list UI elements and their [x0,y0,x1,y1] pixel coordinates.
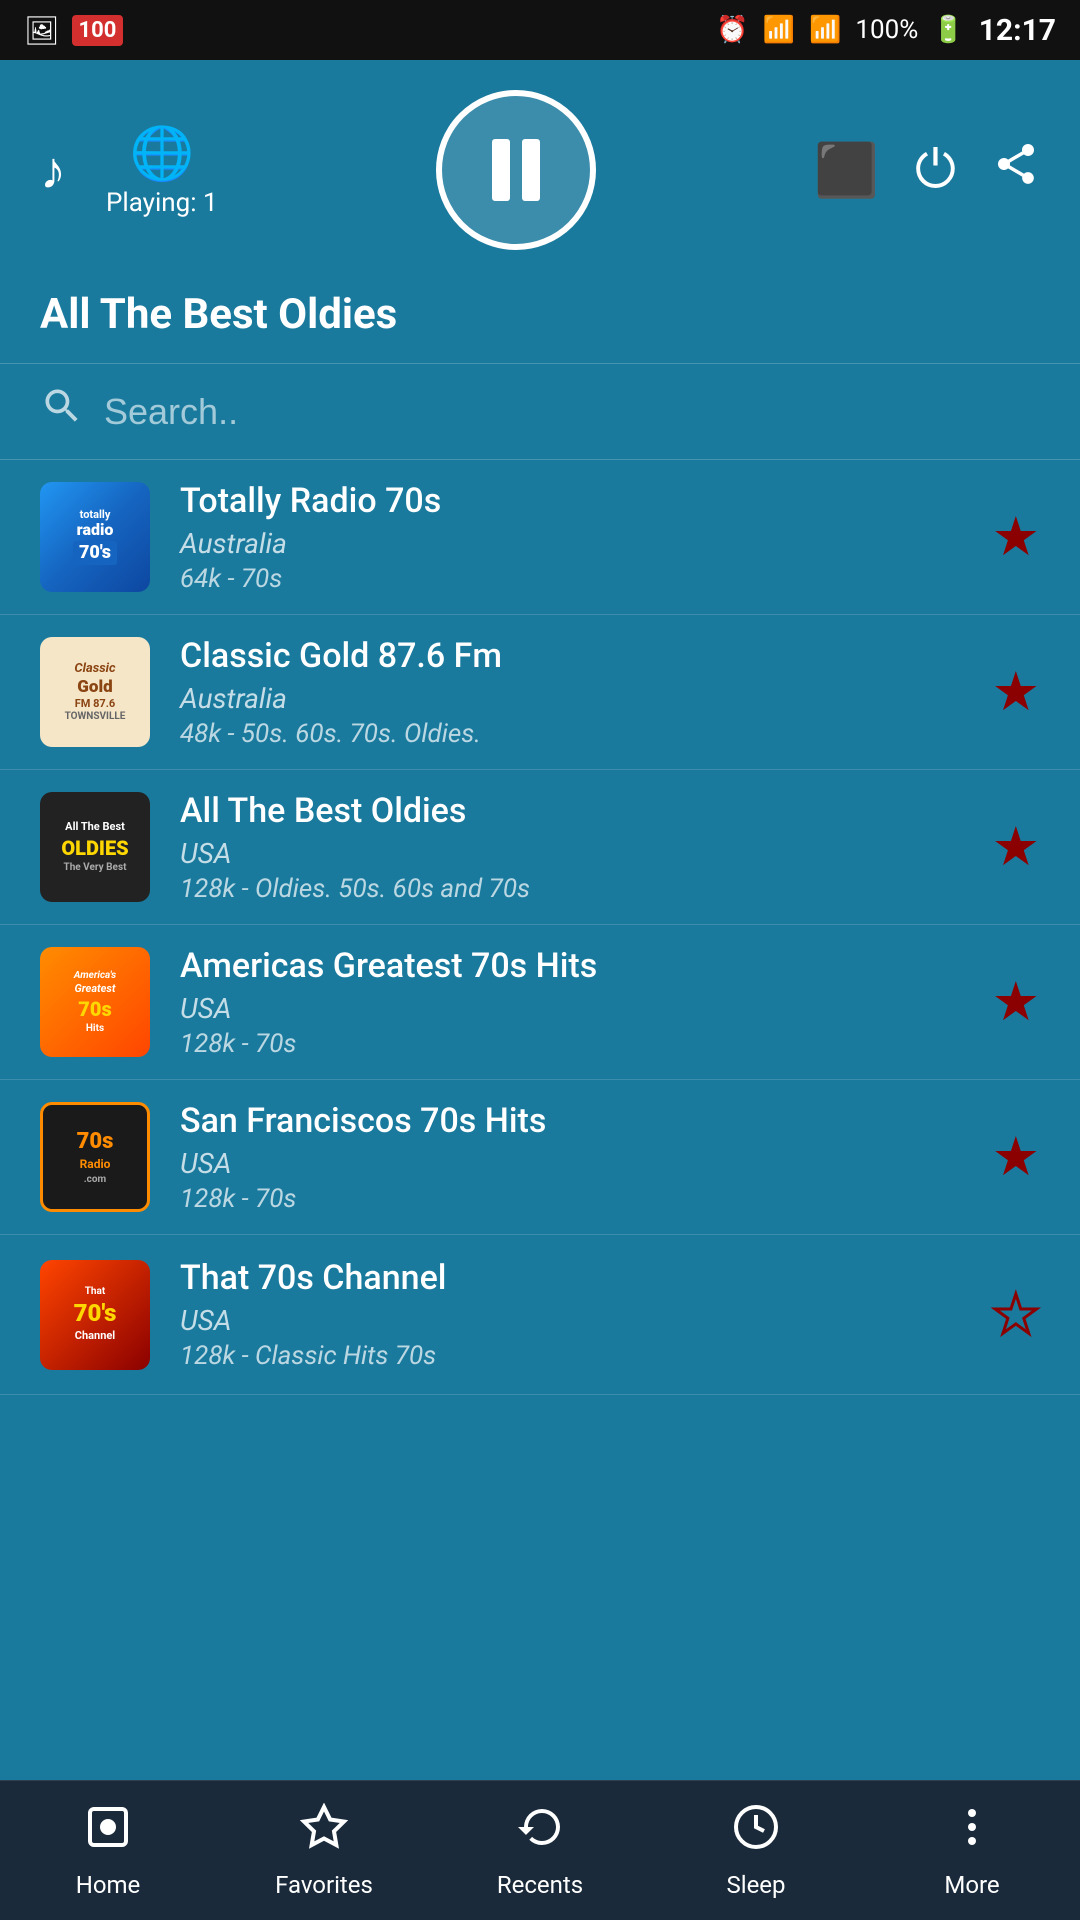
nav-favorites-label: Favorites [275,1871,373,1899]
station-name-6: That 70s Channel [180,1258,972,1298]
station-info-2: Classic Gold 87.6 Fm Australia 48k - 50s… [180,636,972,749]
status-bar: 🖼 100 ⏰ 📶 📶 100% 🔋 12:17 [0,0,1080,60]
pause-bar-right [522,139,540,201]
station-bitrate-2: 48k - 50s. 60s. 70s. Oldies. [180,719,972,749]
favorite-star-4[interactable]: ★ [992,970,1040,1034]
station-item-4[interactable]: America's Greatest 70s Hits Americas Gre… [0,925,1080,1080]
radio-icon: 100 [72,15,124,46]
station-logo-1: totally radio 70's [40,482,150,592]
bottom-nav: Home Favorites Recents Sleep [0,1780,1080,1920]
station-item-2[interactable]: Classic Gold FM 87.6 TOWNSVILLE Classic … [0,615,1080,770]
player-controls-right: ⬛ ⏻ [814,139,1040,201]
station-bitrate-1: 64k - 70s [180,564,972,594]
music-note-icon[interactable]: ♪ [40,140,66,201]
home-icon [84,1803,132,1863]
station-item-5[interactable]: 70s Radio .com San Franciscos 70s Hits U… [0,1080,1080,1235]
station-name-3: All The Best Oldies [180,791,972,831]
search-icon [40,384,84,439]
station-logo-4: America's Greatest 70s Hits [40,947,150,1057]
share-button[interactable] [992,140,1040,201]
nav-more-label: More [944,1871,999,1899]
time-display: 12:17 [979,13,1056,48]
station-country-5: USA [180,1147,972,1180]
globe-icon[interactable]: 🌐 [129,123,194,184]
station-logo-3: All The Best OLDIES The Very Best [40,792,150,902]
pause-icon [492,139,540,201]
station-logo-5: 70s Radio .com [40,1102,150,1212]
stop-button[interactable]: ⬛ [814,140,879,201]
player-controls-left: ♪ 🌐 Playing: 1 [40,123,218,218]
station-info-4: Americas Greatest 70s Hits USA 128k - 70… [180,946,972,1059]
now-playing-title: All The Best Oldies [40,290,1040,339]
station-info-3: All The Best Oldies USA 128k - Oldies. 5… [180,791,972,904]
pause-bar-left [492,139,510,201]
station-info-5: San Franciscos 70s Hits USA 128k - 70s [180,1101,972,1214]
power-button[interactable]: ⏻ [915,139,956,201]
alarm-icon: ⏰ [716,15,748,45]
photo-icon: 🖼 [24,14,60,47]
battery-text: 100% [855,15,918,45]
player-header: ♪ 🌐 Playing: 1 ⬛ ⏻ [0,60,1080,270]
station-bitrate-3: 128k - Oldies. 50s. 60s and 70s [180,874,972,904]
wifi-icon: 📶 [763,15,795,45]
nav-home-label: Home [76,1871,141,1899]
station-info-6: That 70s Channel USA 128k - Classic Hits… [180,1258,972,1371]
nav-recents[interactable]: Recents [432,1793,648,1909]
nav-more[interactable]: More [864,1793,1080,1909]
station-item-6[interactable]: That 70's Channel That 70s Channel USA 1… [0,1235,1080,1395]
search-input[interactable] [104,391,1040,433]
battery-icon: 🔋 [932,15,964,45]
status-bar-left: 🖼 100 [24,14,123,47]
station-country-3: USA [180,837,972,870]
station-name-1: Totally Radio 70s [180,481,972,521]
station-logo-2: Classic Gold FM 87.6 TOWNSVILLE [40,637,150,747]
favorite-star-2[interactable]: ★ [992,660,1040,724]
station-country-6: USA [180,1304,972,1337]
more-dots-icon [948,1803,996,1863]
sleep-clock-icon [732,1803,780,1863]
nav-sleep[interactable]: Sleep [648,1793,864,1909]
station-country-1: Australia [180,527,972,560]
station-list: totally radio 70's Totally Radio 70s Aus… [0,460,1080,1780]
station-item-3[interactable]: All The Best OLDIES The Very Best All Th… [0,770,1080,925]
recents-icon [516,1803,564,1863]
status-bar-right: ⏰ 📶 📶 100% 🔋 12:17 [716,13,1056,48]
nav-favorites[interactable]: Favorites [216,1793,432,1909]
station-country-4: USA [180,992,972,1025]
favorite-star-1[interactable]: ★ [992,505,1040,569]
favorites-star-icon [300,1803,348,1863]
station-country-2: Australia [180,682,972,715]
favorite-star-5[interactable]: ★ [992,1125,1040,1189]
favorite-star-3[interactable]: ★ [992,815,1040,879]
station-logo-6: That 70's Channel [40,1260,150,1370]
now-playing-section: All The Best Oldies [0,270,1080,364]
playing-label: Playing: 1 [106,188,218,218]
station-item-1[interactable]: totally radio 70's Totally Radio 70s Aus… [0,460,1080,615]
pause-button[interactable] [436,90,596,250]
station-name-2: Classic Gold 87.6 Fm [180,636,972,676]
station-bitrate-6: 128k - Classic Hits 70s [180,1341,972,1371]
nav-sleep-label: Sleep [726,1871,785,1899]
station-bitrate-5: 128k - 70s [180,1184,972,1214]
search-bar[interactable] [0,364,1080,460]
nav-recents-label: Recents [497,1871,583,1899]
station-info-1: Totally Radio 70s Australia 64k - 70s [180,481,972,594]
signal-icon: 📶 [809,15,841,45]
nav-home[interactable]: Home [0,1793,216,1909]
station-name-4: Americas Greatest 70s Hits [180,946,972,986]
station-name-5: San Franciscos 70s Hits [180,1101,972,1141]
station-bitrate-4: 128k - 70s [180,1029,972,1059]
favorite-star-6[interactable]: ★ [992,1283,1040,1347]
